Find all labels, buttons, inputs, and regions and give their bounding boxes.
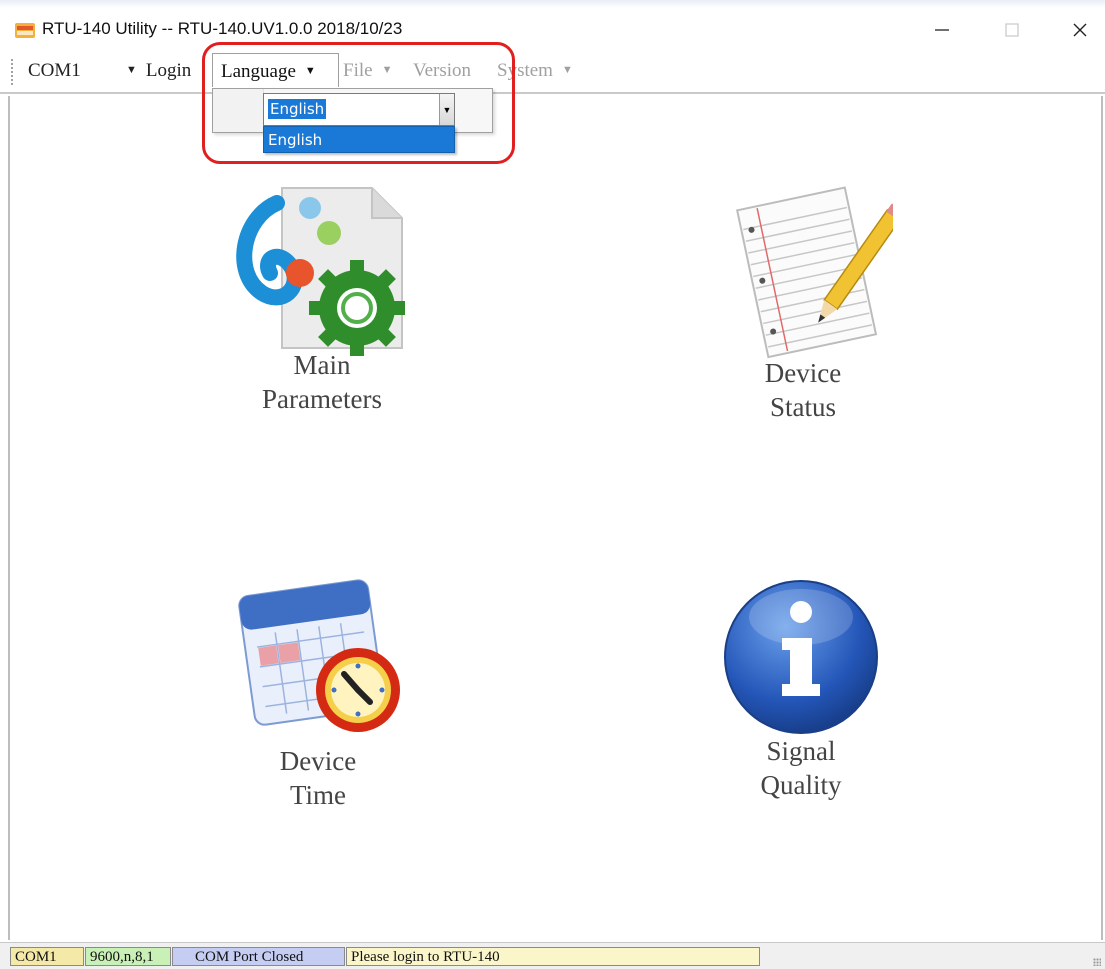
maximize-icon bbox=[1005, 23, 1019, 37]
login-menu[interactable]: ▼ Login bbox=[126, 60, 191, 82]
status-bar: COM1 9600,n,8,1 COM Port Closed Please l… bbox=[0, 942, 1105, 969]
close-button[interactable] bbox=[1060, 14, 1100, 46]
maximize-button[interactable] bbox=[992, 14, 1032, 46]
main-content: Main Parameters Device Status Device Tim… bbox=[8, 96, 1103, 940]
device-status-tile[interactable]: Device Status bbox=[688, 180, 918, 424]
device-status-label-line2: Status bbox=[769, 392, 836, 422]
device-time-label-line1: Device bbox=[279, 746, 357, 776]
main-parameters-tile[interactable]: Main Parameters bbox=[207, 178, 437, 416]
calendar-clock-icon bbox=[238, 579, 400, 732]
login-dropdown-arrow-icon: ▼ bbox=[126, 64, 137, 76]
close-icon bbox=[1073, 23, 1087, 37]
device-status-label-line1: Device bbox=[764, 358, 842, 388]
status-message: Please login to RTU-140 bbox=[346, 947, 760, 966]
system-dropdown-arrow-icon: ▼ bbox=[561, 64, 573, 76]
main-parameters-label-line1: Main bbox=[293, 350, 351, 380]
info-icon bbox=[724, 580, 878, 734]
main-parameters-label-line2: Parameters bbox=[262, 384, 382, 414]
com-port-label: COM1 bbox=[28, 60, 81, 81]
status-com-port: COM1 bbox=[10, 947, 84, 966]
title-bar-top-edge bbox=[0, 0, 1105, 8]
window-title: RTU-140 Utility -- RTU-140.UV1.0.0 2018/… bbox=[42, 19, 403, 38]
device-time-tile[interactable]: Device Time bbox=[203, 570, 433, 812]
highlight-annotation bbox=[202, 42, 515, 164]
status-port-settings: 9600,n,8,1 bbox=[85, 947, 171, 966]
minimize-button[interactable] bbox=[922, 14, 962, 46]
toolbar-grip[interactable] bbox=[11, 58, 13, 86]
app-logo-icon bbox=[15, 23, 35, 38]
menu-bar: COM1 ▼ Login Language ▼ File ▼ Version Syst… bbox=[0, 52, 1105, 94]
device-time-label-line2: Time bbox=[289, 780, 347, 810]
minimize-icon bbox=[935, 29, 949, 31]
title-bar: RTU-140 Utility -- RTU-140.UV1.0.0 2018/… bbox=[0, 0, 1105, 50]
login-label: Login bbox=[145, 60, 192, 81]
notepad-pencil-icon bbox=[735, 186, 893, 359]
com-port-menu[interactable]: COM1 bbox=[28, 60, 81, 82]
resize-grip[interactable] bbox=[1093, 958, 1101, 966]
signal-quality-label-line1: Signal bbox=[766, 736, 836, 766]
signal-quality-tile[interactable]: Signal Quality bbox=[686, 572, 916, 802]
status-port-state: COM Port Closed bbox=[172, 947, 345, 966]
signal-quality-label-line2: Quality bbox=[760, 770, 842, 800]
settings-gear-icon bbox=[236, 187, 405, 356]
